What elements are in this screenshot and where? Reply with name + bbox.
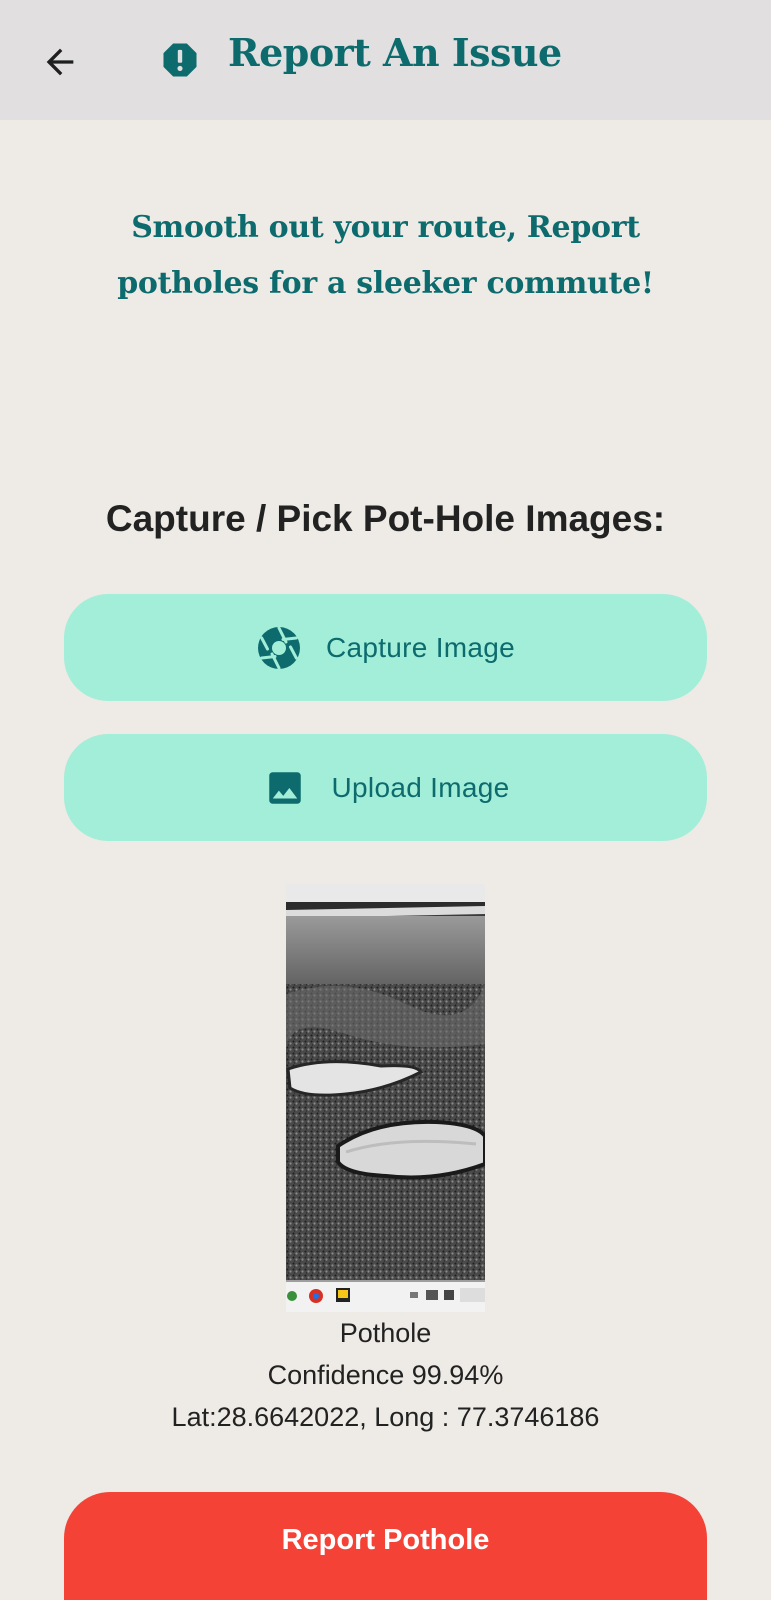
report-pothole-label: Report Pothole	[281, 1523, 490, 1556]
tagline: Smooth out your route, Report potholes f…	[117, 210, 654, 301]
report-octagon-icon	[163, 43, 197, 77]
upload-image-label: Upload Image	[331, 771, 510, 803]
page-title: Report An Issue	[228, 30, 562, 75]
detection-label: Pothole	[339, 1318, 432, 1348]
arrow-back-icon	[46, 48, 74, 76]
capture-image-button[interactable]: Capture Image	[64, 594, 707, 701]
capture-image-label: Capture Image	[325, 631, 516, 663]
app-bar: Report An Issue	[0, 0, 771, 120]
pothole-photo	[286, 884, 485, 1312]
detection-location: Lat:28.6642022, Long : 77.3746186	[171, 1402, 600, 1432]
report-pothole-button[interactable]: Report Pothole	[64, 1492, 707, 1600]
section-heading: Capture / Pick Pot-Hole Images:	[105, 498, 666, 539]
image-icon	[262, 765, 308, 811]
camera-shutter-icon	[256, 625, 302, 671]
upload-image-button[interactable]: Upload Image	[64, 734, 707, 841]
back-button[interactable]	[36, 38, 84, 86]
detection-confidence: Confidence 99.94%	[267, 1360, 504, 1390]
